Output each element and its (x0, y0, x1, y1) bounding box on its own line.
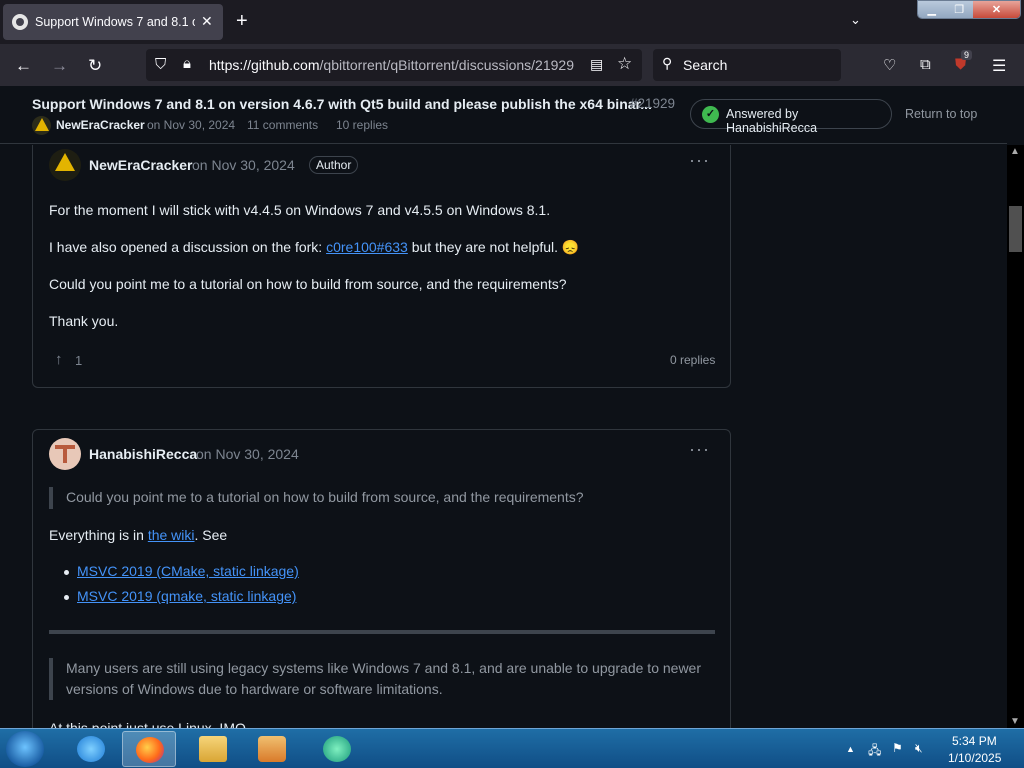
tab-title: Support Windows 7 and 8.1 on version 4.6… (35, 15, 195, 29)
app-icon (323, 736, 351, 762)
clock-date[interactable]: 1/10/2025 (948, 751, 1001, 765)
firefox-taskbar-button[interactable] (122, 731, 176, 767)
maximize-button[interactable]: ❐ (945, 1, 973, 18)
comment-card: NewEraCracker on Nov 30, 2024 Author ···… (32, 145, 731, 388)
avatar-pattern-icon (63, 449, 67, 463)
discussion-number: #21929 (630, 96, 676, 111)
answered-label: Answered by HanabishiRecca (726, 107, 818, 135)
comment-card: HanabishiRecca on Nov 30, 2024 ··· Could… (32, 429, 731, 728)
window-controls: ▁ ❐ ✕ (917, 0, 1021, 19)
start-button[interactable] (6, 731, 44, 767)
wiki-link[interactable]: the wiki (148, 527, 195, 543)
explorer-taskbar-button[interactable] (186, 731, 240, 767)
clock-time[interactable]: 5:34 PM (952, 734, 997, 748)
tab-close-icon[interactable]: ✕ (201, 13, 213, 30)
tab-bar: Support Windows 7 and 8.1 on version 4.6… (0, 0, 1024, 44)
list-tabs-icon[interactable]: ⌄ (850, 12, 861, 28)
close-window-button[interactable]: ✕ (972, 1, 1020, 18)
reload-icon[interactable]: ↻ (88, 56, 102, 76)
extensions-icon[interactable]: ⧉ (920, 56, 931, 73)
scroll-down-icon[interactable]: ▼ (1010, 716, 1020, 727)
upvote-icon[interactable]: ↑ (55, 351, 63, 368)
network-icon[interactable]: 🖧 (868, 741, 881, 762)
search-box[interactable]: ⚲ Search (653, 49, 841, 81)
discussion-content: NewEraCracker on Nov 30, 2024 Author ···… (0, 145, 1007, 728)
discussion-sticky-header: Support Windows 7 and 8.1 on version 4.6… (0, 86, 1007, 144)
author-link[interactable]: NewEraCracker (56, 118, 145, 132)
shield-icon[interactable]: ⛉ (155, 56, 166, 73)
more-options-icon[interactable]: ··· (689, 439, 710, 460)
discussion-title[interactable]: Support Windows 7 and 8.1 on version 4.6… (32, 96, 652, 112)
bookmark-star-icon[interactable]: ☆ (617, 54, 632, 74)
comment-date[interactable]: on Nov 30, 2024 (192, 157, 295, 173)
extension-badge: 9 (961, 50, 973, 60)
search-label: Search (683, 57, 728, 73)
triforce-icon (55, 153, 75, 171)
action-center-flag-icon[interactable]: ⚑ (892, 741, 903, 755)
comments-count: 11 comments (247, 118, 319, 132)
author-avatar[interactable] (32, 116, 51, 135)
check-icon: ✓ (702, 106, 719, 123)
menu-icon[interactable]: ☰ (992, 56, 1006, 76)
folder-icon (199, 736, 227, 762)
answered-badge[interactable]: ✓ Answered by HanabishiRecca (690, 99, 892, 135)
media-player-taskbar-button[interactable] (245, 731, 299, 767)
url-text: https://github.com/qbittorrent/qBittorre… (209, 57, 574, 73)
comment-paragraph: Thank you. (49, 313, 119, 329)
blockquote: Many users are still using legacy system… (49, 658, 715, 700)
lock-icon[interactable]: 🔒︎ (183, 55, 191, 72)
fork-discussion-link[interactable]: c0re100#633 (326, 239, 408, 255)
minimize-button[interactable]: ▁ (918, 1, 946, 18)
internet-explorer-icon (77, 736, 105, 762)
return-to-top-link[interactable]: Return to top (905, 107, 977, 121)
blockquote: Could you point me to a tutorial on how … (49, 487, 709, 509)
reader-view-icon[interactable]: ▤ (590, 56, 603, 73)
scroll-up-icon[interactable]: ▲ (1010, 146, 1020, 157)
volume-muted-icon[interactable]: 🔇︎ (915, 741, 923, 756)
comment-author[interactable]: NewEraCracker (89, 157, 193, 173)
comment-paragraph: Could you point me to a tutorial on how … (49, 276, 567, 292)
windows-taskbar: ▲ 🖧 ⚑ 🔇︎ 5:34 PM 1/10/2025 (0, 728, 1024, 768)
address-bar[interactable]: ⛉ 🔒︎ https://github.com/qbittorrent/qBit… (146, 49, 642, 81)
internet-explorer-taskbar-button[interactable] (64, 731, 118, 767)
show-hidden-icons[interactable]: ▲ (846, 744, 855, 754)
more-options-icon[interactable]: ··· (689, 150, 710, 171)
author-label: Author (309, 156, 359, 174)
back-icon[interactable]: ← (15, 56, 32, 76)
comment-date[interactable]: on Nov 30, 2024 (196, 446, 299, 462)
navigation-bar: ← → ↻ ⛉ 🔒︎ https://github.com/qbittorren… (0, 44, 1024, 86)
app-taskbar-button[interactable] (310, 731, 364, 767)
horizontal-rule (49, 630, 715, 634)
browser-tab[interactable]: Support Windows 7 and 8.1 on version 4.6… (3, 4, 223, 40)
msvc-qmake-link[interactable]: MSVC 2019 (qmake, static linkage) (77, 588, 296, 604)
list-bullet (64, 570, 69, 575)
scrollbar-thumb[interactable] (1009, 206, 1022, 252)
firefox-icon (136, 737, 164, 763)
comment-paragraph: At this point just use Linux, IMO. (49, 720, 250, 728)
comment-paragraph: For the moment I will stick with v4.4.5 … (49, 202, 551, 218)
media-player-icon (258, 736, 286, 762)
msvc-cmake-link[interactable]: MSVC 2019 (CMake, static linkage) (77, 563, 299, 579)
comment-author[interactable]: HanabishiRecca (89, 446, 197, 462)
upvote-count: 1 (75, 353, 83, 368)
list-bullet (64, 595, 69, 600)
replies-count: 10 replies (336, 118, 389, 132)
replies-count: 0 replies (670, 353, 716, 367)
new-tab-icon[interactable]: + (236, 10, 248, 33)
comment-paragraph: Everything is in the wiki. See (49, 527, 228, 543)
github-favicon-icon (12, 14, 28, 30)
search-engine-icon: ⚲ (662, 55, 673, 71)
discussion-date: on Nov 30, 2024 (147, 118, 236, 132)
forward-icon[interactable]: → (51, 56, 68, 76)
comment-paragraph: I have also opened a discussion on the f… (49, 239, 580, 255)
pocket-icon[interactable]: ♡ (883, 56, 896, 74)
